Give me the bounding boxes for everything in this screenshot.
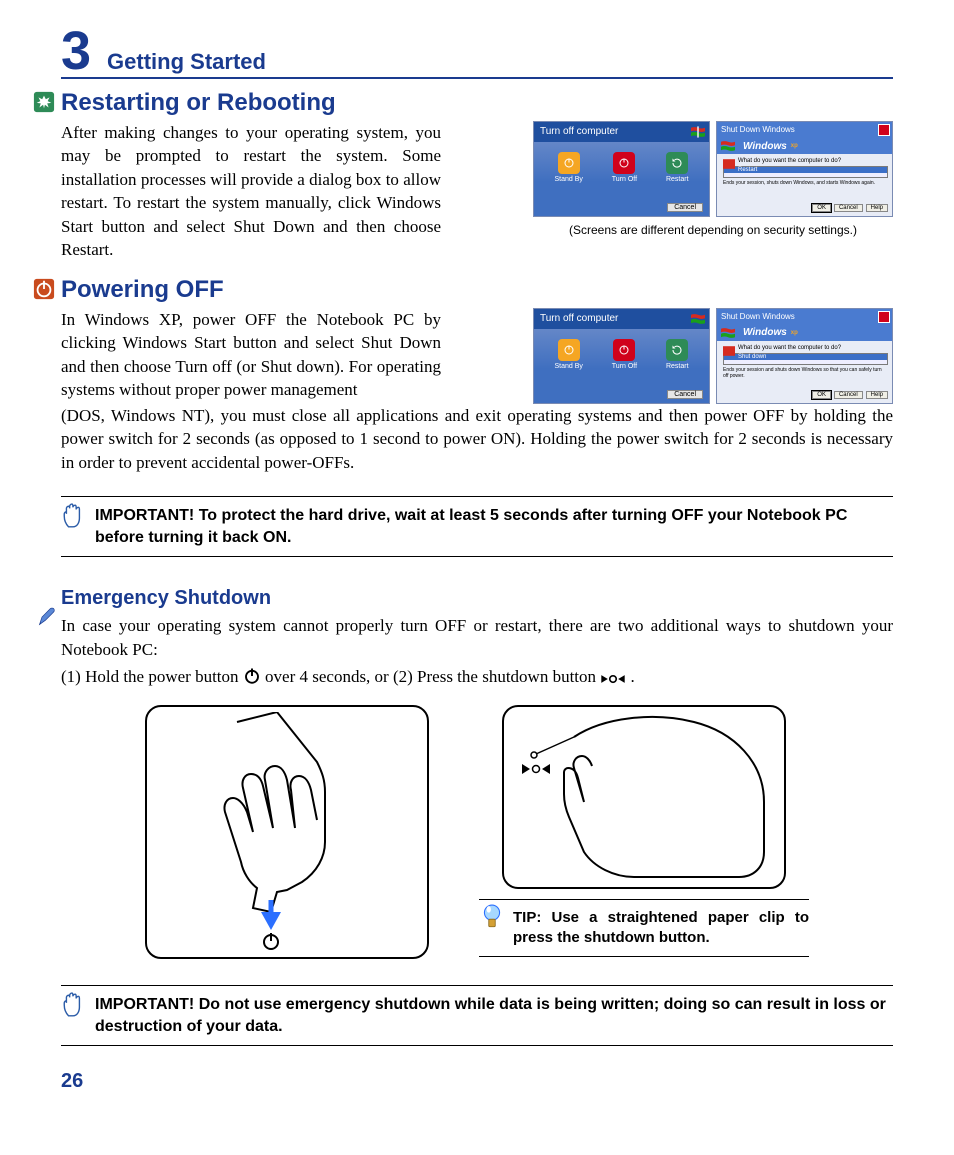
restart-icon (33, 91, 55, 113)
section-title-powering-off: Powering OFF (61, 276, 893, 304)
tip-text: TIP: Use a straightened paper clip to pr… (513, 909, 809, 946)
windows-flag-icon (691, 313, 705, 325)
restart-button: Restart (666, 152, 689, 183)
important-callout-1: IMPORTANT! To protect the hard drive, wa… (61, 496, 893, 557)
section-restarting: Restarting or Rebooting Turn off compute… (61, 89, 893, 266)
ok-button: OK (812, 204, 831, 212)
turnoff-title: Turn off computer (540, 122, 618, 142)
windows-flag-icon (721, 140, 735, 152)
chapter-number: 3 (61, 30, 91, 73)
close-icon (878, 311, 890, 323)
winxp-hint: Ends your session, shuts down Windows, a… (723, 180, 886, 186)
winxp-question: What do you want the computer to do? (723, 158, 886, 164)
section3-steps: (1) Hold the power button over 4 seconds… (61, 665, 893, 688)
figure-group-2: Turn off computer Stand By Turn Off Rest… (533, 308, 893, 404)
winxp-title: Shut Down Windows (721, 122, 795, 138)
section3-body: In case your operating system cannot pro… (61, 614, 893, 661)
section2-body1: In Windows XP, power OFF the Notebook PC… (61, 308, 441, 402)
chapter-header: 3 Getting Started (61, 30, 893, 79)
page-number: 26 (61, 1070, 893, 1093)
pen-icon (37, 607, 57, 627)
standby-button: Stand By (554, 152, 582, 183)
figure-caption: (Screens are different depending on secu… (533, 223, 893, 237)
turnoff-button: Turn Off (612, 152, 637, 183)
diagram-paperclip (502, 705, 786, 889)
section-title-emergency: Emergency Shutdown (61, 587, 893, 610)
cancel-button: Cancel (667, 203, 703, 212)
tip-callout: TIP: Use a straightened paper clip to pr… (479, 899, 809, 958)
shutdown-flag-icon (723, 158, 735, 170)
section-powering-off: Powering OFF Turn off computer Stand By … (61, 276, 893, 478)
section-title-restarting: Restarting or Rebooting (61, 89, 893, 117)
power-button-icon (243, 667, 261, 685)
shutdown-button-icon (600, 673, 626, 685)
diagram-hold-power (145, 705, 429, 959)
section1-body: After making changes to your operating s… (61, 121, 441, 262)
hand-stop-icon (61, 503, 87, 529)
figure-turnoff-1: Turn off computer Stand By (533, 121, 710, 217)
hand-stop-icon (61, 992, 87, 1018)
windows-flag-icon (691, 126, 705, 138)
section-emergency: Emergency Shutdown In case your operatin… (61, 587, 893, 967)
cancel-button: Cancel (834, 204, 863, 212)
figure-winxp-2: Shut Down Windows Windowsxp What do you … (716, 308, 893, 404)
winxp-select: Restart (723, 166, 888, 178)
close-icon (878, 124, 890, 136)
chapter-title: Getting Started (107, 49, 266, 75)
power-icon (33, 278, 55, 300)
figure-group-1: Turn off computer Stand By (533, 121, 893, 237)
important-callout-2: IMPORTANT! Do not use emergency shutdown… (61, 985, 893, 1046)
tip-icon (479, 904, 505, 930)
important1-text: IMPORTANT! To protect the hard drive, wa… (95, 507, 847, 546)
figure-turnoff-2: Turn off computer Stand By Turn Off Rest… (533, 308, 710, 404)
important2-text: IMPORTANT! Do not use emergency shutdown… (95, 996, 886, 1035)
figure-winxp-1: Shut Down Windows Windowsxp What do you … (716, 121, 893, 217)
section2-body2: (DOS, Windows NT), you must close all ap… (61, 404, 893, 474)
help-button: Help (866, 204, 888, 212)
